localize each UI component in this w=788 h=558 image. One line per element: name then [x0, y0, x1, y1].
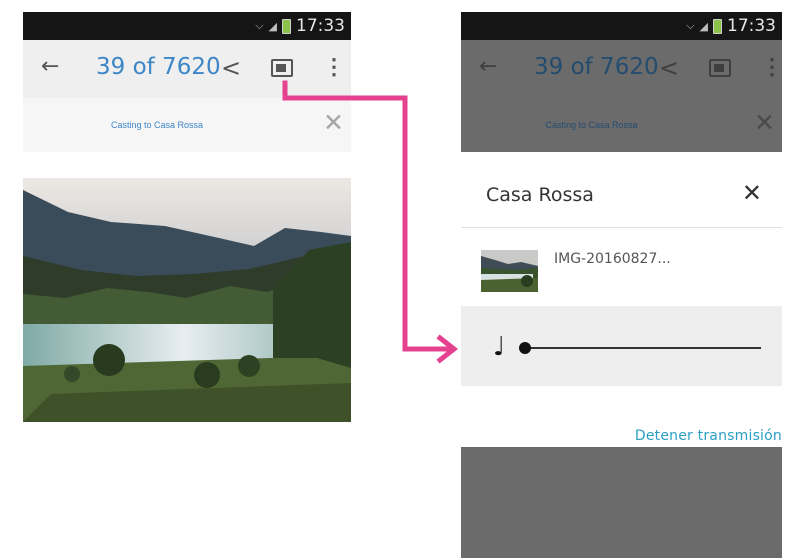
- music-note-icon: ♩: [493, 332, 506, 362]
- status-bar: ⌵ ◢ 17:33: [23, 12, 351, 40]
- cast-icon[interactable]: [271, 59, 293, 77]
- casting-status-text: Casting to Casa Rossa: [545, 120, 638, 130]
- dialog-header: Casa Rossa ✕: [461, 152, 782, 228]
- share-icon: <: [659, 54, 680, 82]
- volume-slider-thumb[interactable]: [519, 342, 531, 354]
- stop-casting-button[interactable]: Detener transmisión: [635, 428, 782, 444]
- wifi-icon: ⌵: [255, 19, 264, 32]
- share-icon[interactable]: <: [221, 54, 241, 82]
- status-time: 17:33: [727, 16, 776, 36]
- cast-bar: Casting to Casa Rossa ✕: [23, 98, 351, 152]
- close-icon[interactable]: ✕: [323, 108, 344, 137]
- volume-track[interactable]: [522, 347, 761, 349]
- dialog-title: Casa Rossa: [486, 184, 594, 206]
- arrow-left-icon: ←: [479, 54, 498, 79]
- photo-counter: 39 of 7620: [534, 54, 659, 80]
- photo-counter: 39 of 7620: [96, 54, 221, 80]
- landscape-photo[interactable]: [23, 178, 351, 422]
- media-thumbnail: [481, 250, 538, 292]
- more-vertical-icon: ⋮: [761, 54, 782, 79]
- cast-dialog: Casa Rossa ✕ IMG-20160827... ♩ Detener t…: [461, 152, 782, 447]
- toolbar: ← 39 of 7620 < ⋮: [23, 40, 351, 98]
- close-icon: ✕: [754, 108, 775, 137]
- signal-icon: ◢: [699, 19, 708, 33]
- left-screen: ⌵ ◢ 17:33 ← 39 of 7620 < ⋮ Casting to Ca…: [23, 12, 351, 558]
- signal-icon: ◢: [268, 19, 277, 33]
- more-vertical-icon[interactable]: ⋮: [323, 54, 345, 80]
- cast-bar-dimmed: Casting to Casa Rossa ✕: [461, 98, 782, 152]
- volume-control: ♩: [461, 306, 782, 386]
- cast-icon: [709, 59, 731, 77]
- media-item: IMG-20160827...: [461, 228, 782, 306]
- wifi-icon: ⌵: [686, 19, 695, 32]
- status-time: 17:33: [296, 16, 345, 36]
- media-name: IMG-20160827...: [554, 251, 671, 267]
- battery-icon: [282, 18, 291, 34]
- casting-status-text: Casting to Casa Rossa: [110, 120, 204, 130]
- arrow-left-icon[interactable]: ←: [41, 54, 59, 79]
- toolbar-dimmed: ← 39 of 7620 < ⋮: [461, 40, 782, 98]
- right-screen: ⌵ ◢ 17:33 ← 39 of 7620 < ⋮ Casting to Ca…: [461, 12, 782, 558]
- close-icon[interactable]: ✕: [742, 179, 762, 207]
- status-bar: ⌵ ◢ 17:33: [461, 12, 782, 40]
- battery-icon: [713, 18, 722, 34]
